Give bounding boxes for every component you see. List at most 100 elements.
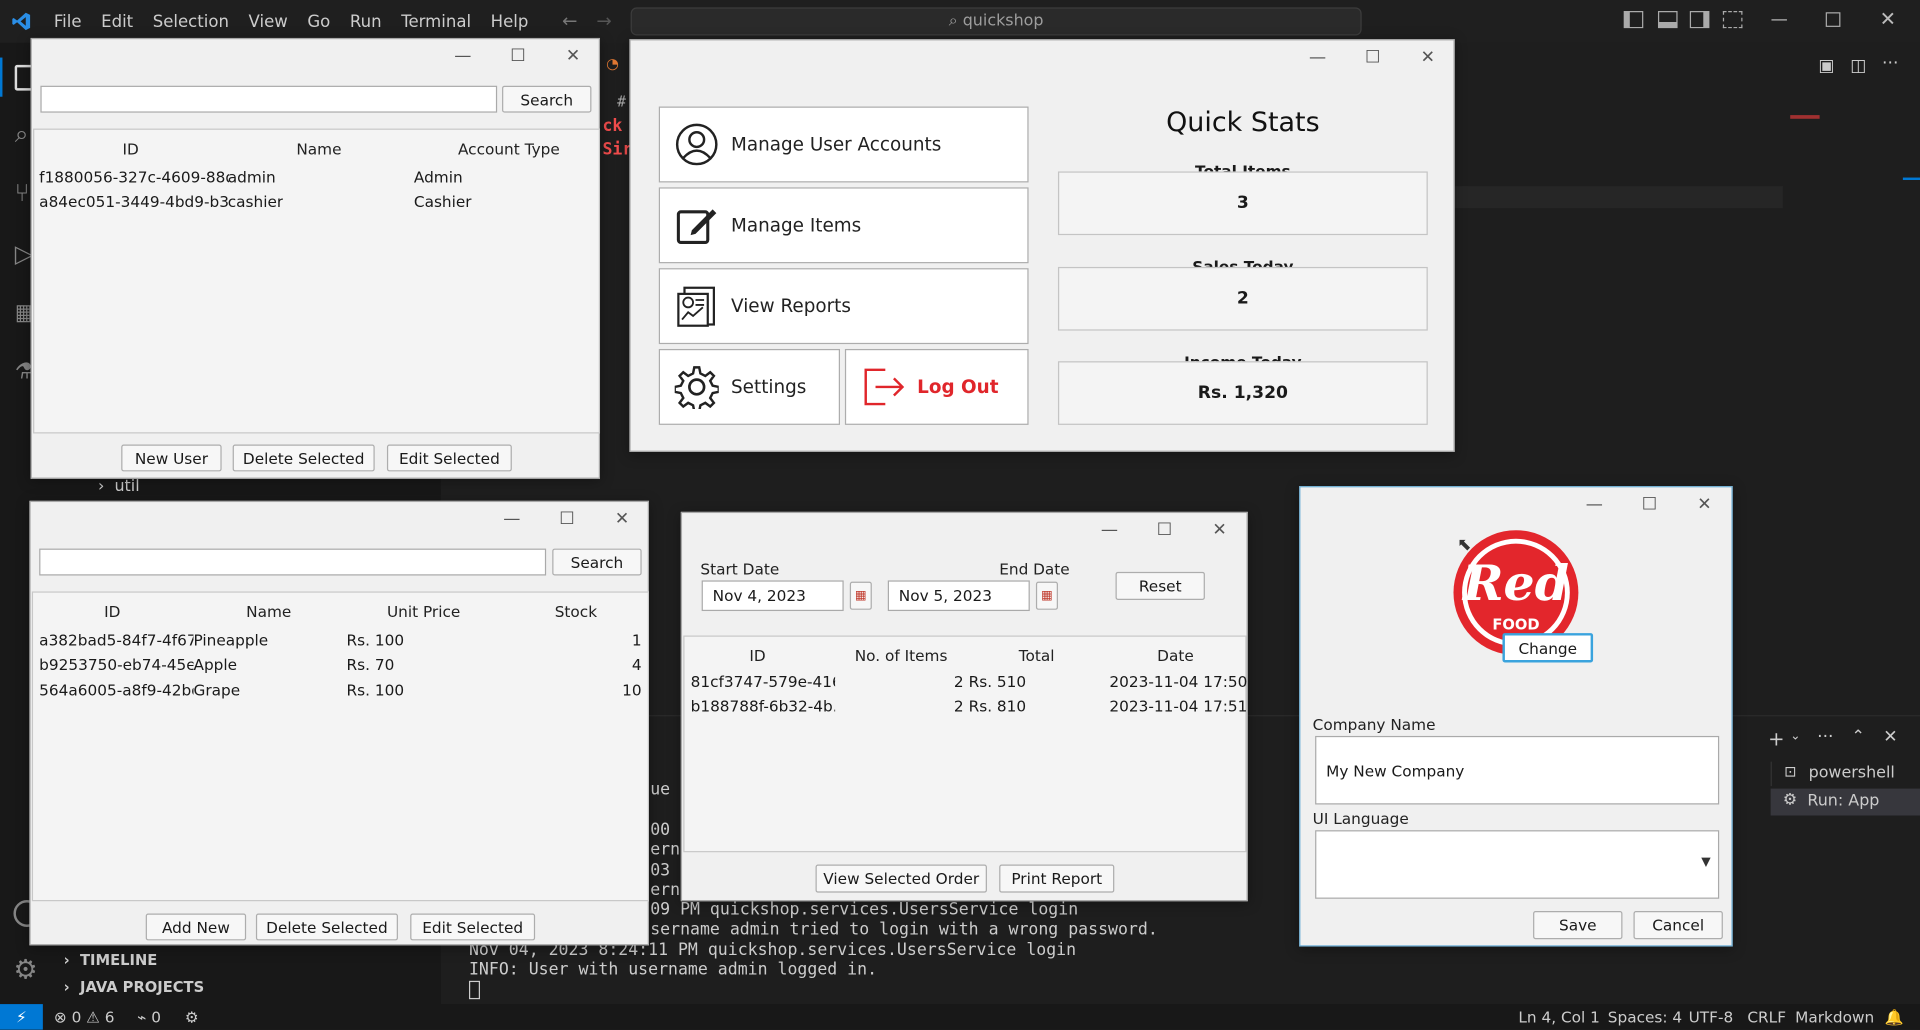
command-center-search[interactable]: ⌕ quickshop xyxy=(630,7,1362,36)
column-header-no-of-items[interactable]: No. of Items xyxy=(855,647,948,665)
terminal-dropdown-icon[interactable]: ⌄ xyxy=(1790,730,1800,743)
line-ending[interactable]: CRLF xyxy=(1747,1004,1786,1030)
language-mode[interactable]: Markdown xyxy=(1795,1004,1874,1030)
table-row[interactable]: a382bad5-84f7-4f67-... Pineapple Rs. 100… xyxy=(33,631,648,655)
item-search-input[interactable] xyxy=(39,548,547,576)
table-row[interactable]: b9253750-eb74-45e3... Apple Rs. 70 4 xyxy=(33,655,648,679)
table-row[interactable]: b188788f-6b32-4b... 2 Rs. 810 2023-11-04… xyxy=(684,697,1248,721)
close-icon[interactable]: ✕ xyxy=(1201,520,1238,540)
menu-edit[interactable]: Edit xyxy=(101,12,133,32)
table-row[interactable]: a84ec051-3449-4bd9-b32... cashier Cashie… xyxy=(34,192,598,216)
column-header-date[interactable]: Date xyxy=(1157,647,1194,665)
view-reports-button[interactable]: View Reports xyxy=(658,268,1029,345)
column-header-name[interactable]: Name xyxy=(296,140,341,158)
calendar-icon[interactable]: ▦ xyxy=(849,581,872,610)
toggle-secondary-sidebar-icon[interactable] xyxy=(1689,11,1710,29)
maximize-icon[interactable]: ☐ xyxy=(1146,520,1183,540)
close-panel-icon[interactable]: ✕ xyxy=(1883,727,1897,747)
menu-view[interactable]: View xyxy=(249,12,288,32)
search-icon[interactable]: ⌕ xyxy=(15,119,29,148)
debug-status-icon[interactable]: ⚙ xyxy=(185,1004,199,1030)
menu-help[interactable]: Help xyxy=(491,12,529,32)
close-icon[interactable]: ✕ xyxy=(555,47,592,67)
tree-item-util[interactable]: › util xyxy=(98,478,140,496)
encoding[interactable]: UTF-8 xyxy=(1689,1004,1734,1030)
table-row[interactable]: 81cf3747-579e-416... 2 Rs. 510 2023-11-0… xyxy=(684,672,1248,696)
column-header-id[interactable]: ID xyxy=(122,140,138,158)
notifications-bell-icon[interactable]: 🔔 xyxy=(1885,1004,1904,1030)
indentation[interactable]: Spaces: 4 xyxy=(1608,1004,1682,1030)
maximize-icon[interactable]: ☐ xyxy=(549,509,586,529)
maximize-icon[interactable]: ☐ xyxy=(1631,495,1668,515)
terminal-tab-run-app[interactable]: ⚙ Run: App xyxy=(1770,788,1920,816)
remote-indicator-icon[interactable]: ⚡ xyxy=(0,1004,43,1030)
minimize-icon[interactable]: — xyxy=(444,47,481,67)
column-header-stock[interactable]: Stock xyxy=(555,602,597,620)
delete-selected-button[interactable]: Delete Selected xyxy=(255,913,398,941)
manage-items-button[interactable]: Manage Items xyxy=(658,187,1029,264)
maximize-panel-icon[interactable]: ⌃ xyxy=(1851,727,1864,745)
close-icon[interactable]: ✕ xyxy=(1409,48,1446,68)
save-button[interactable]: Save xyxy=(1533,911,1623,940)
split-editor-icon[interactable]: ◫ xyxy=(1850,56,1866,76)
cursor-position[interactable]: Ln 4, Col 1 xyxy=(1518,1004,1599,1030)
menu-run[interactable]: Run xyxy=(350,12,382,32)
maximize-icon[interactable]: ☐ xyxy=(1354,48,1391,68)
terminal-tab-powershell[interactable]: ⊡ powershell xyxy=(1770,761,1920,787)
close-icon[interactable]: ✕ xyxy=(604,509,641,529)
minimize-icon[interactable]: — xyxy=(493,509,530,529)
ui-language-select[interactable]: ▼ xyxy=(1315,830,1720,899)
table-row[interactable]: f1880056-327c-4609-88d9... admin Admin xyxy=(34,168,598,192)
minimize-icon[interactable]: — xyxy=(1576,495,1613,515)
menu-terminal[interactable]: Terminal xyxy=(401,12,471,32)
open-preview-icon[interactable]: ▣ xyxy=(1818,56,1834,76)
minimize-icon[interactable]: — xyxy=(1771,10,1788,30)
close-icon[interactable]: ✕ xyxy=(1686,495,1723,515)
restore-icon[interactable] xyxy=(1825,12,1841,27)
back-arrow-icon[interactable]: ← xyxy=(562,10,577,32)
users-table[interactable]: ID Name Account Type f1880056-327c-4609-… xyxy=(33,128,601,434)
manage-user-accounts-button[interactable]: Manage User Accounts xyxy=(658,106,1029,183)
toggle-sidebar-icon[interactable] xyxy=(1623,11,1644,29)
maximize-icon[interactable]: ☐ xyxy=(500,47,537,67)
company-name-input[interactable]: My New Company xyxy=(1315,735,1720,805)
toggle-panel-icon[interactable] xyxy=(1657,11,1678,29)
log-out-button[interactable]: Log Out xyxy=(844,348,1029,425)
menu-go[interactable]: Go xyxy=(307,12,330,32)
view-selected-order-button[interactable]: View Selected Order xyxy=(815,864,987,893)
settings-button[interactable]: Settings xyxy=(658,348,841,425)
orders-table[interactable]: ID No. of Items Total Date 81cf3747-579e… xyxy=(683,635,1248,853)
menu-selection[interactable]: Selection xyxy=(153,12,229,32)
items-table[interactable]: ID Name Unit Price Stock a382bad5-84f7-4… xyxy=(31,591,649,902)
column-header-total[interactable]: Total xyxy=(1019,647,1055,665)
reset-button[interactable]: Reset xyxy=(1115,571,1205,601)
delete-selected-button[interactable]: Delete Selected xyxy=(232,444,375,472)
ports-indicator[interactable]: ⌁ 0 xyxy=(137,1004,161,1030)
end-date-input[interactable]: Nov 5, 2023 xyxy=(887,580,1030,612)
column-header-id[interactable]: ID xyxy=(104,602,120,620)
edit-selected-button[interactable]: Edit Selected xyxy=(386,444,512,472)
start-date-input[interactable]: Nov 4, 2023 xyxy=(701,580,844,612)
cancel-button[interactable]: Cancel xyxy=(1633,911,1723,940)
close-icon[interactable]: ✕ xyxy=(1880,7,1896,30)
column-header-account-type[interactable]: Account Type xyxy=(458,140,560,158)
column-header-id[interactable]: ID xyxy=(749,647,765,665)
forward-arrow-icon[interactable]: → xyxy=(596,10,611,32)
add-new-button[interactable]: Add New xyxy=(145,913,247,941)
java-projects-section[interactable]: › JAVA PROJECTS xyxy=(64,978,204,995)
item-search-button[interactable]: Search xyxy=(552,548,642,576)
change-logo-button[interactable]: Change xyxy=(1502,633,1594,663)
new-terminal-icon[interactable]: + xyxy=(1768,727,1784,750)
column-header-unit-price[interactable]: Unit Price xyxy=(387,602,460,620)
errors-indicator[interactable]: ⊗ 0 ⚠ 6 xyxy=(54,1004,115,1030)
source-control-icon[interactable]: ⑂ xyxy=(15,178,30,207)
calendar-icon[interactable]: ▦ xyxy=(1035,581,1058,610)
minimize-icon[interactable]: — xyxy=(1091,520,1128,540)
edit-selected-button[interactable]: Edit Selected xyxy=(410,913,536,941)
more-actions-icon[interactable]: ··· xyxy=(1882,54,1898,74)
column-header-name[interactable]: Name xyxy=(246,602,291,620)
gear-icon[interactable]: ⚙ xyxy=(13,955,37,986)
timeline-section[interactable]: › TIMELINE xyxy=(64,951,158,968)
new-user-button[interactable]: New User xyxy=(121,444,222,472)
user-search-input[interactable] xyxy=(40,85,498,113)
